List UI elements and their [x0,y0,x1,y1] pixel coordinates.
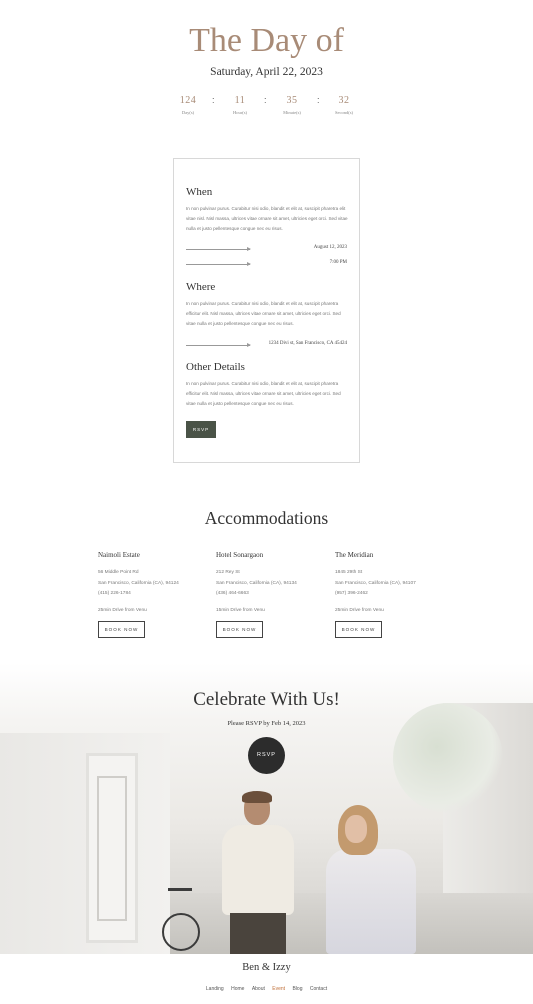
hotel-card: Hotel Sonargaon 212 Rey St San Francisco… [216,551,334,638]
when-date-divider [186,247,251,251]
countdown-hours: 11 Hour(s) [210,95,270,115]
where-heading: Where [186,281,216,293]
countdown-days-value: 124 [179,95,197,106]
countdown-minutes-label: Minute(s) [283,110,301,115]
when-description: In non pulvinar purus. Curabitur nisi od… [186,206,348,231]
book-now-button[interactable]: BOOK NOW [98,621,145,638]
rsvp-deadline: Please RSVP by Feb 14, 2023 [227,720,306,727]
when-time-divider [186,262,251,266]
hotel-phone: (415) 226-1784 [98,591,131,596]
book-now-button[interactable]: BOOK NOW [335,621,382,638]
footer-nav-event[interactable]: Event [272,986,285,992]
when-heading: When [186,186,213,198]
where-address-divider [186,343,251,347]
footer-nav-contact[interactable]: Contact [310,986,327,992]
footer-nav-about[interactable]: About [252,986,265,992]
countdown-hours-label: Hour(s) [233,110,247,115]
hotel-card: Naimoli Estate 56 Middle Point Rd San Fr… [98,551,216,638]
countdown-minutes-value: 35 [286,95,298,106]
countdown-days-label: Day(s) [181,110,195,115]
bride-figure [318,805,418,954]
hotel-phone: (957) 396-2462 [335,591,368,596]
rsvp-circle-button[interactable]: RSVP [248,737,285,774]
building-left [0,733,170,954]
hotel-street: 212 Rey St [216,570,240,575]
countdown-seconds-label: Second(s) [335,110,353,115]
other-details-heading: Other Details [186,361,245,373]
bicycle [158,878,204,954]
countdown-minutes: 35 Minute(s) [262,95,322,115]
where-address: 1234 Divi st, San Francisco, CA 45424 [268,341,347,346]
hotel-city: San Francisco, California (CA), 94124 [98,580,179,586]
hotel-street: 1845 29th St [335,570,363,575]
groom-figure [214,791,304,954]
event-date: Saturday, April 22, 2023 [210,66,323,78]
footer-title: Ben & Izzy [242,962,291,973]
event-details-card: When In non pulvinar purus. Curabitur ni… [173,158,360,463]
hotel-name: The Meridian [335,551,374,559]
when-time: 7:00 PM [329,260,347,265]
where-description: In non pulvinar purus. Curabitur nisi od… [186,301,341,326]
celebrate-heading: Celebrate With Us! [193,689,340,710]
countdown-seconds-value: 32 [338,95,350,106]
footer-nav-blog[interactable]: Blog [292,986,302,992]
footer-nav-home[interactable]: Home [231,986,244,992]
countdown-timer: 124 Day(s) : 11 Hour(s) : 35 Minute(s) :… [0,95,533,123]
hotel-street: 56 Middle Point Rd [98,570,139,575]
hotel-city: San Francisco, California (CA), 94134 [216,580,297,586]
window [86,753,138,943]
countdown-hours-value: 11 [234,95,246,106]
hotel-drive-time: 15min Drive from Venu [216,607,265,613]
hotel-city: San Francisco, California (CA), 94107 [335,580,416,586]
hotel-name: Naimoli Estate [98,551,140,559]
rsvp-button[interactable]: RSVP [186,421,216,438]
hotel-phone: (436) 464-6663 [216,591,249,596]
hotel-drive-time: 25min Drive from Venu [98,607,147,613]
footer-nav-landing[interactable]: Landing [206,986,224,992]
other-details-description: In non pulvinar purus. Curabitur nisi od… [186,381,341,406]
book-now-button[interactable]: BOOK NOW [216,621,263,638]
countdown-seconds: 32 Second(s) [314,95,374,115]
accommodations-heading: Accommodations [204,508,329,528]
countdown-days: 124 Day(s) [158,95,218,115]
when-date: August 12, 2023 [313,245,347,250]
footer-nav: Landing Home About Event Blog Contact [0,986,533,992]
hotel-name: Hotel Sonargaon [216,551,264,559]
hotel-card: The Meridian 1845 29th St San Francisco,… [335,551,453,638]
hotel-drive-time: 25min Drive from Venu [335,607,384,613]
page-title: The Day of [189,22,344,59]
